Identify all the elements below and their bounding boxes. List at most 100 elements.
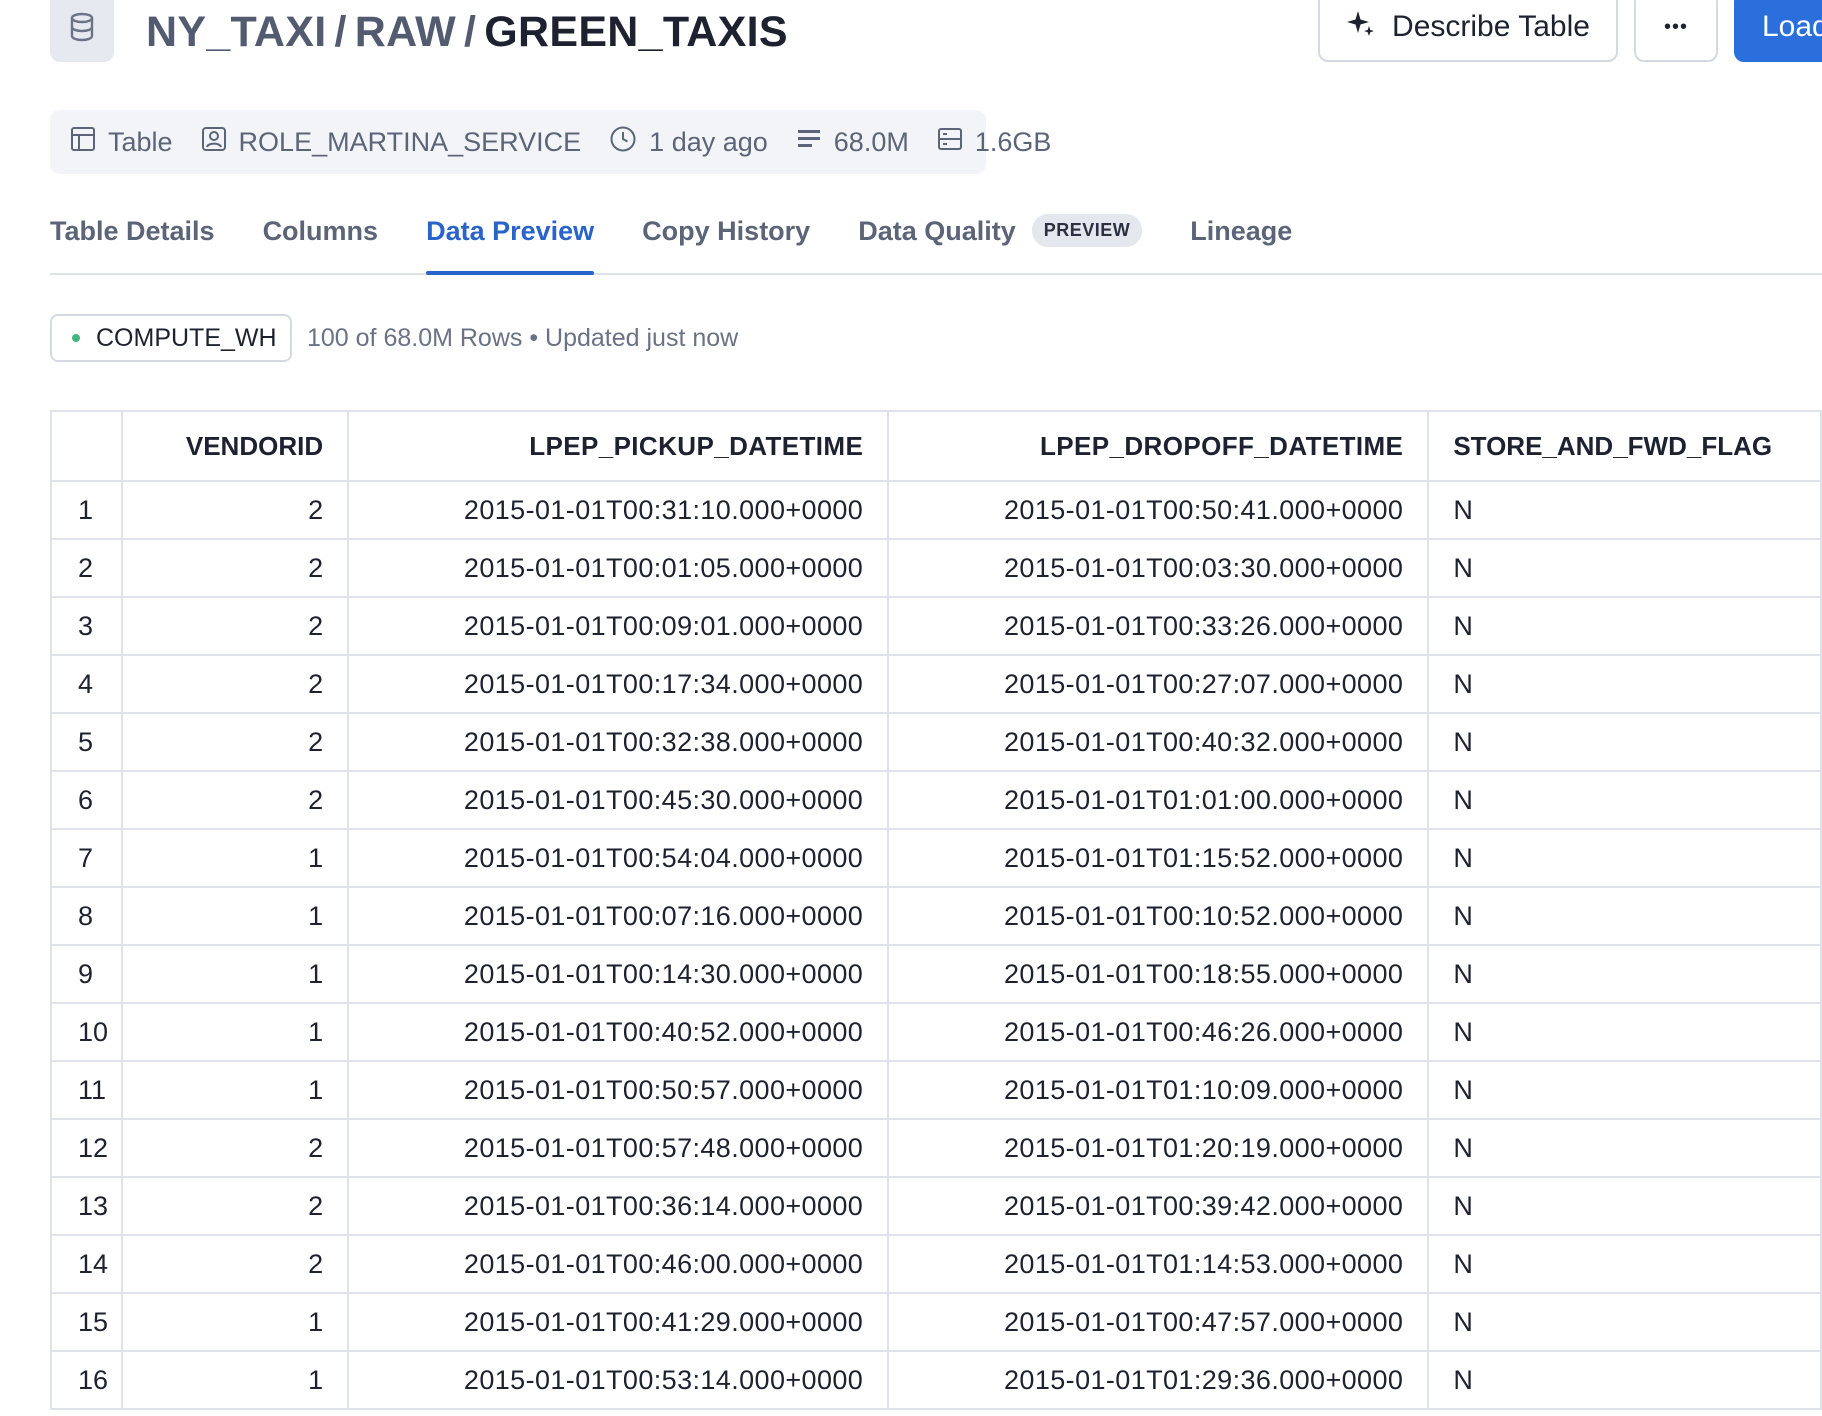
cell-dropoff-datetime[interactable]: 2015-01-01T00:27:07.000+0000 bbox=[887, 654, 1430, 714]
cell-store-fwd-flag[interactable]: N bbox=[1427, 1060, 1822, 1120]
cell-store-fwd-flag[interactable]: N bbox=[1427, 1176, 1822, 1236]
cell-dropoff-datetime[interactable]: 2015-01-01T00:46:26.000+0000 bbox=[887, 1002, 1430, 1062]
cell-store-fwd-flag[interactable]: N bbox=[1427, 712, 1822, 772]
cell-pickup-datetime[interactable]: 2015-01-01T00:09:01.000+0000 bbox=[347, 596, 890, 656]
cell-store-fwd-flag[interactable]: N bbox=[1427, 1350, 1822, 1410]
cell-pickup-datetime[interactable]: 2015-01-01T00:57:48.000+0000 bbox=[347, 1118, 890, 1178]
warehouse-selector[interactable]: COMPUTE_WH bbox=[50, 314, 292, 362]
cell-pickup-datetime[interactable]: 2015-01-01T00:54:04.000+0000 bbox=[347, 828, 890, 888]
table-row[interactable]: 4 2 2015-01-01T00:17:34.000+0000 2015-01-01… bbox=[50, 654, 1822, 714]
cell-pickup-datetime[interactable]: 2015-01-01T00:01:05.000+0000 bbox=[347, 538, 890, 598]
row-index[interactable]: 14 bbox=[50, 1234, 124, 1294]
cell-dropoff-datetime[interactable]: 2015-01-01T00:39:42.000+0000 bbox=[887, 1176, 1430, 1236]
cell-vendorid[interactable]: 2 bbox=[121, 1234, 350, 1294]
cell-pickup-datetime[interactable]: 2015-01-01T00:14:30.000+0000 bbox=[347, 944, 890, 1004]
row-index[interactable]: 15 bbox=[50, 1292, 124, 1352]
table-row[interactable]: 10 1 2015-01-01T00:40:52.000+0000 2015-01-0… bbox=[50, 1002, 1822, 1062]
cell-store-fwd-flag[interactable]: N bbox=[1427, 1234, 1822, 1294]
cell-pickup-datetime[interactable]: 2015-01-01T00:41:29.000+0000 bbox=[347, 1292, 890, 1352]
breadcrumb-database[interactable]: NY_TAXI bbox=[146, 8, 327, 56]
row-index[interactable]: 4 bbox=[50, 654, 124, 714]
cell-dropoff-datetime[interactable]: 2015-01-01T01:14:53.000+0000 bbox=[887, 1234, 1430, 1294]
describe-table-button[interactable]: Describe Table bbox=[1318, 0, 1618, 62]
cell-store-fwd-flag[interactable]: N bbox=[1427, 596, 1822, 656]
row-index[interactable]: 13 bbox=[50, 1176, 124, 1236]
row-index[interactable]: 3 bbox=[50, 596, 124, 656]
cell-store-fwd-flag[interactable]: N bbox=[1427, 1118, 1822, 1178]
row-index[interactable]: 16 bbox=[50, 1350, 124, 1410]
more-options-button[interactable]: ••• bbox=[1634, 0, 1718, 62]
table-row[interactable]: 16 1 2015-01-01T00:53:14.000+0000 2015-01-0… bbox=[50, 1350, 1822, 1410]
tab-data-preview[interactable]: Data Preview bbox=[426, 205, 595, 275]
cell-dropoff-datetime[interactable]: 2015-01-01T01:20:19.000+0000 bbox=[887, 1118, 1430, 1178]
cell-vendorid[interactable]: 2 bbox=[121, 770, 350, 830]
cell-dropoff-datetime[interactable]: 2015-01-01T01:10:09.000+0000 bbox=[887, 1060, 1430, 1120]
table-row[interactable]: 1 2 2015-01-01T00:31:10.000+0000 2015-01-01… bbox=[50, 480, 1822, 540]
cell-pickup-datetime[interactable]: 2015-01-01T00:17:34.000+0000 bbox=[347, 654, 890, 714]
cell-pickup-datetime[interactable]: 2015-01-01T00:45:30.000+0000 bbox=[347, 770, 890, 830]
breadcrumb-schema[interactable]: RAW bbox=[355, 8, 456, 56]
cell-vendorid[interactable]: 2 bbox=[121, 1118, 350, 1178]
load-data-button[interactable]: Load bbox=[1734, 0, 1822, 62]
cell-vendorid[interactable]: 2 bbox=[121, 654, 350, 714]
row-index[interactable]: 9 bbox=[50, 944, 124, 1004]
cell-pickup-datetime[interactable]: 2015-01-01T00:50:57.000+0000 bbox=[347, 1060, 890, 1120]
cell-pickup-datetime[interactable]: 2015-01-01T00:31:10.000+0000 bbox=[347, 480, 890, 540]
cell-store-fwd-flag[interactable]: N bbox=[1427, 828, 1822, 888]
cell-vendorid[interactable]: 1 bbox=[121, 944, 350, 1004]
row-index[interactable]: 7 bbox=[50, 828, 124, 888]
cell-store-fwd-flag[interactable]: N bbox=[1427, 770, 1822, 830]
cell-vendorid[interactable]: 2 bbox=[121, 596, 350, 656]
row-index[interactable]: 12 bbox=[50, 1118, 124, 1178]
column-header-pickup[interactable]: LPEP_PICKUP_DATETIME bbox=[347, 410, 890, 482]
cell-dropoff-datetime[interactable]: 2015-01-01T00:33:26.000+0000 bbox=[887, 596, 1430, 656]
cell-vendorid[interactable]: 2 bbox=[121, 538, 350, 598]
tab-columns[interactable]: Columns bbox=[263, 205, 379, 273]
table-row[interactable]: 3 2 2015-01-01T00:09:01.000+0000 2015-01-01… bbox=[50, 596, 1822, 656]
cell-store-fwd-flag[interactable]: N bbox=[1427, 538, 1822, 598]
cell-vendorid[interactable]: 2 bbox=[121, 480, 350, 540]
row-index[interactable]: 6 bbox=[50, 770, 124, 830]
cell-vendorid[interactable]: 1 bbox=[121, 828, 350, 888]
table-row[interactable]: 5 2 2015-01-01T00:32:38.000+0000 2015-01-01… bbox=[50, 712, 1822, 772]
cell-pickup-datetime[interactable]: 2015-01-01T00:36:14.000+0000 bbox=[347, 1176, 890, 1236]
tab-table-details[interactable]: Table Details bbox=[50, 205, 215, 273]
cell-dropoff-datetime[interactable]: 2015-01-01T00:03:30.000+0000 bbox=[887, 538, 1430, 598]
tab-copy-history[interactable]: Copy History bbox=[642, 205, 810, 273]
table-row[interactable]: 7 1 2015-01-01T00:54:04.000+0000 2015-01-01… bbox=[50, 828, 1822, 888]
row-index[interactable]: 5 bbox=[50, 712, 124, 772]
table-row[interactable]: 9 1 2015-01-01T00:14:30.000+0000 2015-01-01… bbox=[50, 944, 1822, 1004]
cell-vendorid[interactable]: 1 bbox=[121, 1002, 350, 1062]
cell-dropoff-datetime[interactable]: 2015-01-01T01:15:52.000+0000 bbox=[887, 828, 1430, 888]
tab-data-quality[interactable]: Data Quality PREVIEW bbox=[858, 205, 1143, 273]
row-index[interactable]: 8 bbox=[50, 886, 124, 946]
table-row[interactable]: 8 1 2015-01-01T00:07:16.000+0000 2015-01-01… bbox=[50, 886, 1822, 946]
cell-store-fwd-flag[interactable]: N bbox=[1427, 1292, 1822, 1352]
cell-vendorid[interactable]: 1 bbox=[121, 1060, 350, 1120]
cell-pickup-datetime[interactable]: 2015-01-01T00:46:00.000+0000 bbox=[347, 1234, 890, 1294]
table-row[interactable]: 2 2 2015-01-01T00:01:05.000+0000 2015-01-01… bbox=[50, 538, 1822, 598]
cell-pickup-datetime[interactable]: 2015-01-01T00:32:38.000+0000 bbox=[347, 712, 890, 772]
column-header-dropoff[interactable]: LPEP_DROPOFF_DATETIME bbox=[887, 410, 1430, 482]
cell-store-fwd-flag[interactable]: N bbox=[1427, 480, 1822, 540]
cell-pickup-datetime[interactable]: 2015-01-01T00:07:16.000+0000 bbox=[347, 886, 890, 946]
data-preview-table-container[interactable]: VENDORID LPEP_PICKUP_DATETIME LPEP_DROPO… bbox=[50, 410, 1822, 1416]
cell-dropoff-datetime[interactable]: 2015-01-01T01:29:36.000+0000 bbox=[887, 1350, 1430, 1410]
row-index[interactable]: 11 bbox=[50, 1060, 124, 1120]
cell-vendorid[interactable]: 2 bbox=[121, 712, 350, 772]
row-index[interactable]: 10 bbox=[50, 1002, 124, 1062]
cell-dropoff-datetime[interactable]: 2015-01-01T00:18:55.000+0000 bbox=[887, 944, 1430, 1004]
cell-store-fwd-flag[interactable]: N bbox=[1427, 886, 1822, 946]
cell-store-fwd-flag[interactable]: N bbox=[1427, 654, 1822, 714]
cell-pickup-datetime[interactable]: 2015-01-01T00:53:14.000+0000 bbox=[347, 1350, 890, 1410]
cell-dropoff-datetime[interactable]: 2015-01-01T01:01:00.000+0000 bbox=[887, 770, 1430, 830]
row-index[interactable]: 2 bbox=[50, 538, 124, 598]
cell-dropoff-datetime[interactable]: 2015-01-01T00:10:52.000+0000 bbox=[887, 886, 1430, 946]
row-index[interactable]: 1 bbox=[50, 480, 124, 540]
column-header-vendorid[interactable]: VENDORID bbox=[121, 410, 350, 482]
cell-vendorid[interactable]: 1 bbox=[121, 1292, 350, 1352]
column-header-store-fwd-flag[interactable]: STORE_AND_FWD_FLAG bbox=[1427, 410, 1822, 482]
table-row[interactable]: 12 2 2015-01-01T00:57:48.000+0000 2015-01-0… bbox=[50, 1118, 1822, 1178]
tab-lineage[interactable]: Lineage bbox=[1190, 205, 1292, 273]
cell-dropoff-datetime[interactable]: 2015-01-01T00:40:32.000+0000 bbox=[887, 712, 1430, 772]
